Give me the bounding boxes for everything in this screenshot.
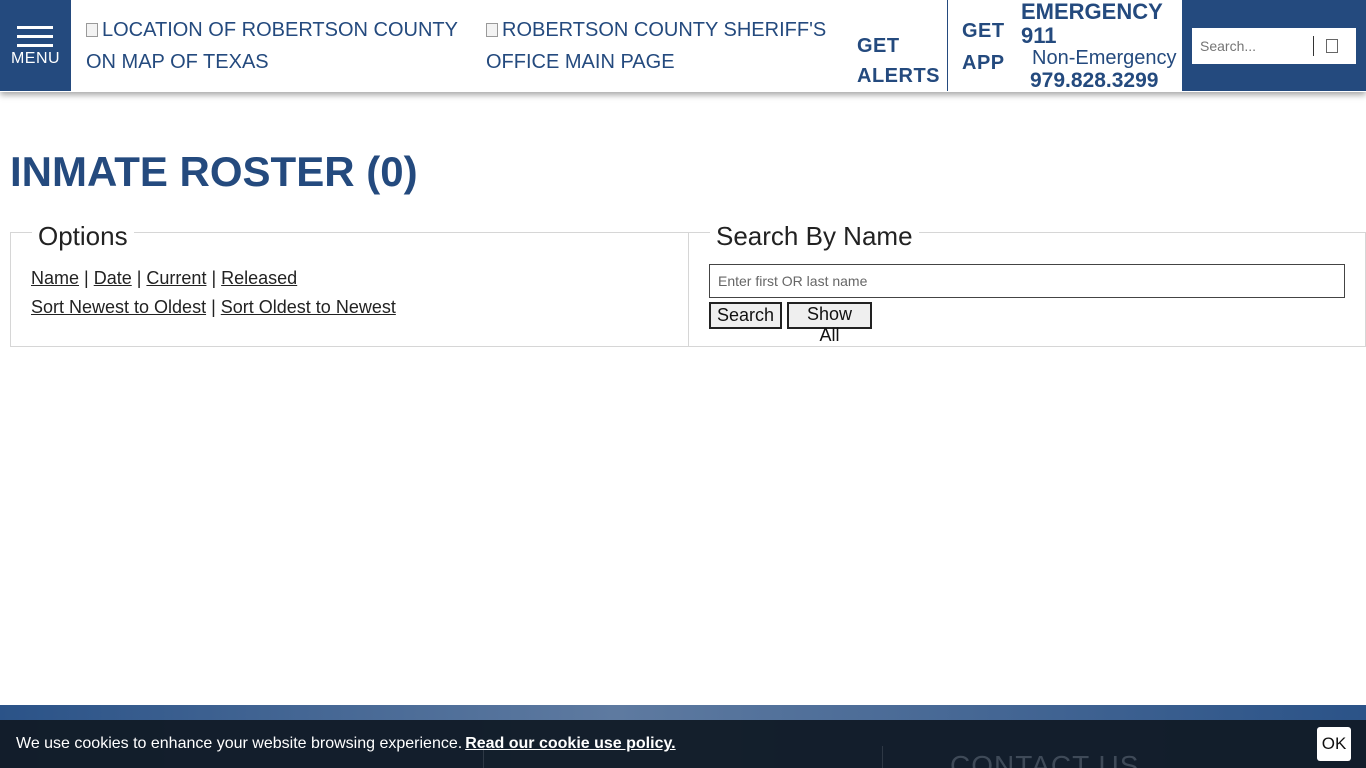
non-emergency-phone[interactable]: 979.828.3299 [1030, 69, 1158, 93]
emergency-number: EMERGENCY 911 [1021, 0, 1163, 48]
get-app-link[interactable]: GET APP [962, 15, 1012, 79]
menu-button[interactable]: MENU [0, 0, 71, 91]
sheriff-logo-link[interactable]: ROBERTSON COUNTY SHERIFF'S OFFICE MAIN P… [486, 14, 836, 78]
site-header: MENU LOCATION OF ROBERTSON COUNTY ON MAP… [0, 0, 1366, 92]
cookie-text: We use cookies to enhance your website b… [16, 735, 463, 752]
search-by-name-panel: Search By Name Search Show All [688, 221, 1366, 347]
page-title: INMATE ROSTER (0) [10, 148, 418, 195]
sort-newest-link[interactable]: Sort Newest to Oldest [31, 297, 206, 317]
site-search-input[interactable] [1192, 28, 1312, 64]
logo-image-alt: ROBERTSON COUNTY SHERIFF'S OFFICE MAIN P… [486, 19, 827, 73]
sort-by-links: Name | Date | Current | Released [31, 268, 298, 288]
search-divider [1313, 36, 1314, 56]
name-search-input[interactable] [709, 264, 1345, 298]
map-image-alt: LOCATION OF ROBERTSON COUNTY ON MAP OF T… [86, 19, 458, 73]
header-divider [947, 0, 948, 91]
sort-oldest-link[interactable]: Sort Oldest to Newest [221, 297, 396, 317]
search-submit-icon[interactable] [1326, 39, 1338, 53]
get-alerts-link[interactable]: GET ALERTS [857, 31, 947, 91]
hamburger-icon [17, 26, 53, 53]
sort-order-links: Sort Newest to Oldest | Sort Oldest to N… [31, 297, 396, 317]
menu-label: MENU [10, 50, 61, 67]
header-search-panel [1182, 0, 1366, 91]
filter-released-link[interactable]: Released [221, 268, 297, 288]
non-emergency-label: Non-Emergency [1032, 47, 1177, 69]
cookie-policy-link[interactable]: Read our cookie use policy. [465, 735, 675, 752]
search-legend: Search By Name [710, 221, 919, 252]
sort-by-date-link[interactable]: Date [94, 268, 132, 288]
show-all-button[interactable]: Show All [787, 302, 872, 345]
contact-us-heading: CONTACT US [950, 750, 1140, 768]
header-search-box [1192, 28, 1356, 64]
filter-current-link[interactable]: Current [146, 268, 206, 288]
broken-image-icon [486, 23, 498, 37]
broken-image-icon [86, 23, 98, 37]
options-legend: Options [32, 221, 134, 252]
footer-column-divider [882, 746, 883, 768]
cookie-ok-button[interactable]: OK [1317, 727, 1351, 761]
search-button[interactable]: Search [709, 302, 782, 329]
cookie-message: We use cookies to enhance your website b… [16, 735, 676, 753]
cookie-banner: CONTACT US We use cookies to enhance you… [0, 720, 1366, 768]
options-panel: Options Name | Date | Current | Released… [10, 221, 689, 347]
texas-map-image-link[interactable]: LOCATION OF ROBERTSON COUNTY ON MAP OF T… [86, 14, 466, 78]
sort-by-name-link[interactable]: Name [31, 268, 79, 288]
